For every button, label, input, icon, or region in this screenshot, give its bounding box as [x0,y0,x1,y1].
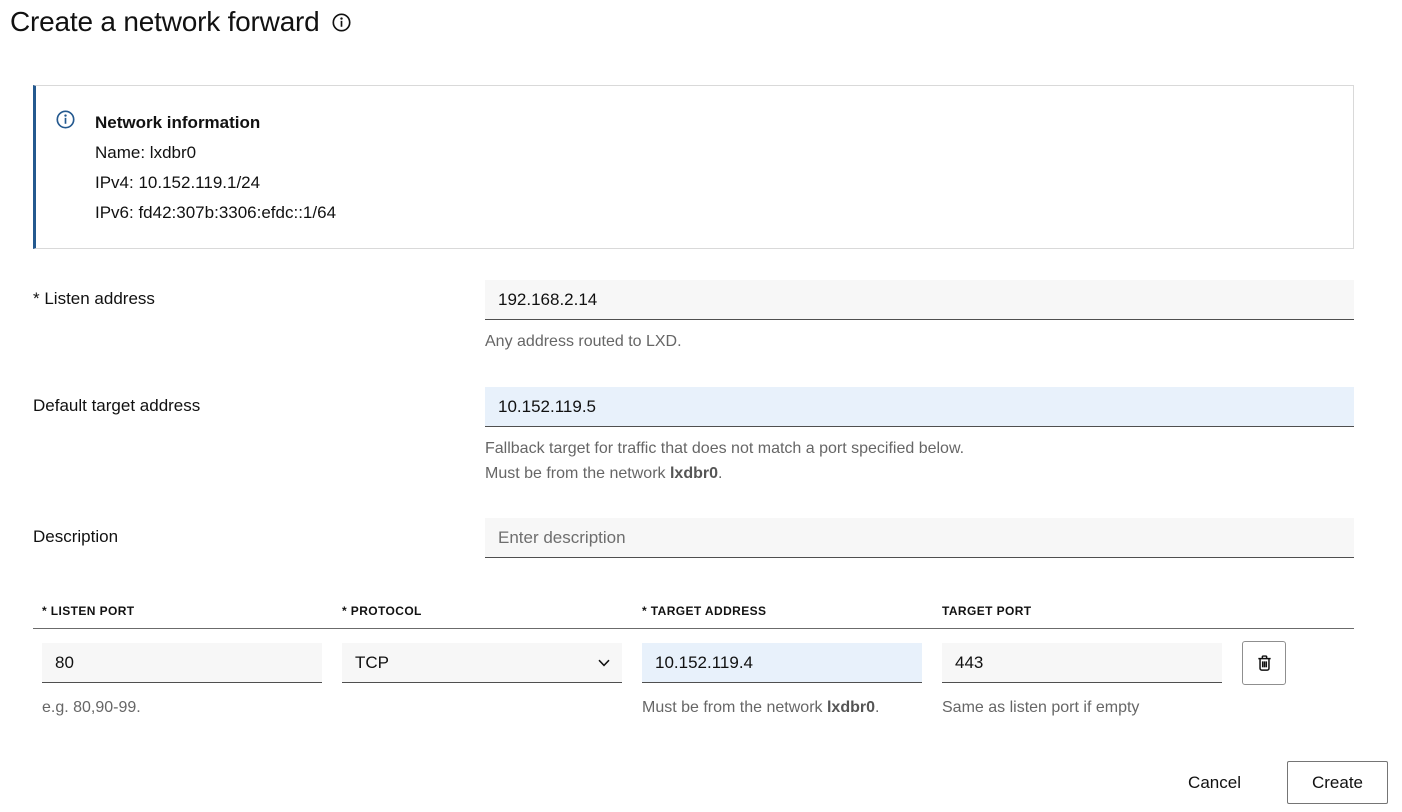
protocol-select-wrap: TCP [342,643,622,683]
page-header: Create a network forward [10,6,351,38]
listen-address-input[interactable] [485,280,1354,320]
create-network-forward-page: Create a network forward Network informa… [0,0,1402,812]
ports-table: * LISTEN PORT * PROTOCOL * TARGET ADDRES… [33,604,1354,720]
target-port-help: Same as listen port if empty [942,695,1222,720]
description-field [485,518,1354,558]
listen-port-header: * LISTEN PORT [42,604,322,618]
target-address-help-prefix: Must be from the network [642,699,827,716]
target-port-header: TARGET PORT [942,604,1222,618]
listen-address-field: Any address routed to LXD. [485,280,1354,354]
listen-address-row: * Listen address Any address routed to L… [33,280,1354,354]
notification-title: Network information [95,108,336,138]
info-icon [56,110,75,129]
form-footer: Cancel Create [1184,761,1388,804]
notification-body: Network information Name: lxdbr0 IPv4: 1… [95,108,336,228]
protocol-select[interactable]: TCP [342,643,622,683]
network-ipv4-line: IPv4: 10.152.119.1/24 [95,168,336,198]
create-button[interactable]: Create [1287,761,1388,804]
info-icon[interactable] [332,13,351,32]
listen-address-label: * Listen address [33,280,485,354]
description-input[interactable] [485,518,1354,558]
network-ipv6-line: IPv6: fd42:307b:3306:efdc::1/64 [95,198,336,228]
default-target-address-input[interactable] [485,387,1354,427]
trash-icon [1256,655,1273,672]
help-line-1: Fallback target for traffic that does no… [485,440,964,457]
description-row: Description [33,518,1354,558]
listen-port-input[interactable] [42,643,322,683]
default-target-address-help: Fallback target for traffic that does no… [485,436,1354,486]
target-address-help-suffix: . [875,699,879,716]
protocol-header: * PROTOCOL [342,604,622,618]
ports-table-header-row: * LISTEN PORT * PROTOCOL * TARGET ADDRES… [33,604,1354,628]
description-label: Description [33,518,485,558]
cancel-button[interactable]: Cancel [1184,763,1245,803]
network-information-banner: Network information Name: lxdbr0 IPv4: 1… [33,85,1354,249]
header-divider [33,628,1354,629]
listen-port-help: e.g. 80,90-99. [42,695,322,720]
page-title: Create a network forward [10,6,320,38]
target-address-help: Must be from the network lxdbr0. [642,695,922,720]
help-line-2-suffix: . [718,465,722,482]
default-target-address-row: Default target address Fallback target f… [33,387,1354,486]
network-name-bold: lxdbr0 [827,699,875,716]
default-target-address-field: Fallback target for traffic that does no… [485,387,1354,486]
form-scroll-area: Network information Name: lxdbr0 IPv4: 1… [0,85,1354,740]
form-content: Network information Name: lxdbr0 IPv4: 1… [33,85,1354,720]
help-line-2-prefix: Must be from the network [485,465,670,482]
target-port-input[interactable] [942,643,1222,683]
network-name-bold: lxdbr0 [670,465,718,482]
port-row: TCP [33,641,1354,685]
listen-address-help: Any address routed to LXD. [485,329,1354,354]
default-target-address-label: Default target address [33,387,485,486]
network-name-line: Name: lxdbr0 [95,138,336,168]
target-address-header: * TARGET ADDRESS [642,604,922,618]
ports-help-row: e.g. 80,90-99. Must be from the network … [33,695,1354,720]
delete-port-row-button[interactable] [1242,641,1286,685]
target-address-input[interactable] [642,643,922,683]
